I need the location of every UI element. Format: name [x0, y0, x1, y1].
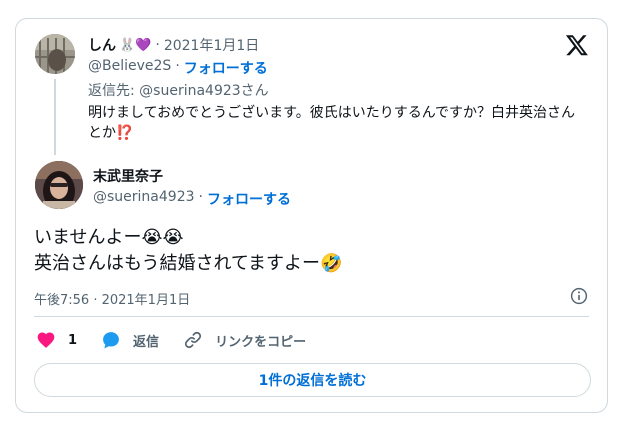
link-icon — [185, 331, 202, 349]
divider — [34, 316, 589, 317]
child-avatar[interactable] — [35, 161, 83, 209]
parent-handle[interactable]: @Believe2S — [88, 58, 171, 78]
x-logo-icon[interactable] — [565, 33, 589, 57]
parent-header: しん 🐰💜 · 2021年1月1日 — [88, 35, 259, 55]
parent-tweet-text: 明けましておめでとうございます。彼氏はいたりするんですか？白井英治さんとか⁉️ — [88, 105, 576, 141]
action-bar: 1 返信 リンクをコピー — [36, 329, 330, 351]
embedded-tweet-card: しん 🐰💜 · 2021年1月1日 @Believe2S · フォローする 返信… — [15, 18, 608, 413]
separator-dot: · — [155, 37, 160, 53]
parent-date[interactable]: 2021年1月1日 — [164, 35, 259, 55]
thread-line — [54, 79, 56, 155]
heart-icon — [37, 332, 55, 348]
separator-dot: · — [198, 189, 203, 205]
child-handle-row: @suerina4923 · フォローする — [93, 189, 291, 209]
copy-link-button[interactable]: リンクをコピー — [183, 330, 306, 350]
tweet-timestamp[interactable]: 午後7:56 · 2021年1月1日 — [34, 289, 190, 308]
reply-button[interactable]: 返信 — [101, 330, 159, 350]
child-display-name[interactable]: 末武里奈子 — [93, 166, 163, 186]
child-follow-link[interactable]: フォローする — [207, 189, 291, 209]
like-button[interactable]: 1 — [36, 330, 77, 350]
child-tweet-line-1: いませんよー😭😭 — [34, 227, 184, 248]
parent-name-emojis: 🐰💜 — [119, 37, 152, 53]
reply-label: 返信 — [133, 334, 160, 350]
reply-bubble-icon — [103, 332, 119, 349]
info-icon[interactable] — [570, 287, 588, 305]
like-count: 1 — [68, 332, 78, 348]
parent-avatar[interactable] — [35, 34, 75, 74]
parent-handle-row: @Believe2S · フォローする — [88, 58, 268, 78]
child-tweet-text: いませんよー😭😭 英治さんはもう結婚されてますよー🤣 — [34, 225, 594, 277]
parent-follow-link[interactable]: フォローする — [184, 58, 268, 78]
parent-display-name[interactable]: しん — [88, 35, 116, 55]
child-handle[interactable]: @suerina4923 — [93, 189, 195, 209]
copy-link-label: リンクをコピー — [215, 334, 307, 350]
separator-dot: · — [175, 58, 180, 74]
read-replies-button[interactable]: 1件の返信を読む — [34, 363, 591, 397]
child-tweet-line-2: 英治さんはもう結婚されてますよー🤣 — [34, 253, 343, 274]
reply-to-text: 返信先: @suerina4923さん — [88, 83, 269, 99]
